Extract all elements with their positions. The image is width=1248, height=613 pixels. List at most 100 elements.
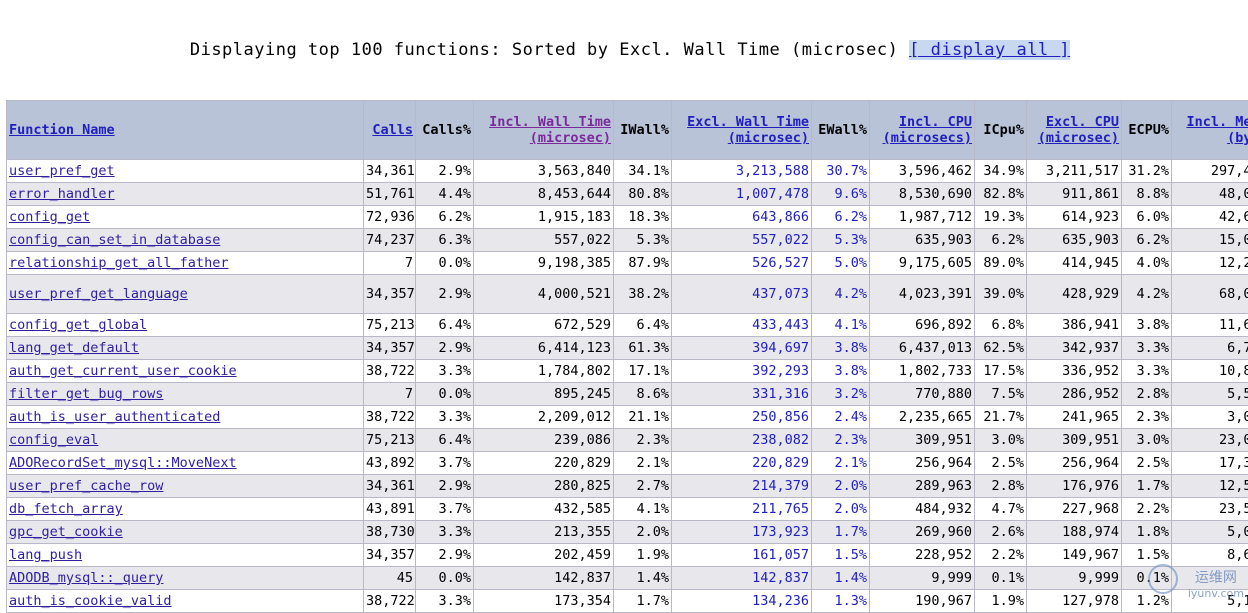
cell-calls: 51,761 — [364, 183, 416, 206]
function-link[interactable]: relationship_get_all_father — [9, 255, 228, 271]
function-link[interactable]: user_pref_get — [9, 163, 115, 179]
function-link[interactable]: config_get_global — [9, 317, 147, 333]
column-header-incl-cpu[interactable]: Incl. CPU (microsecs) — [870, 101, 975, 160]
cell-iwall-pct: 17.1% — [614, 360, 672, 383]
cell-ewall-pct: 2.0% — [812, 475, 870, 498]
sort-link-incl-wall[interactable]: Incl. Wall Time (microsec) — [489, 114, 611, 146]
column-header-incl-mem[interactable]: Incl. MemUse (bytes) — [1172, 101, 1248, 160]
sort-link-fn[interactable]: Function Name — [9, 122, 115, 138]
cell-calls: 75,213 — [364, 314, 416, 337]
function-link[interactable]: auth_get_current_user_cookie — [9, 363, 237, 379]
cell-excl-wall: 238,082 — [672, 429, 812, 452]
cell-ewall-pct: 1.7% — [812, 521, 870, 544]
function-link[interactable]: lang_push — [9, 547, 82, 563]
cell-ecpu-pct: 3.3% — [1122, 337, 1172, 360]
column-header-excl-wall[interactable]: Excl. Wall Time (microsec) — [672, 101, 812, 160]
cell-fn: filter_get_bug_rows — [7, 383, 364, 406]
function-link[interactable]: error_handler — [9, 186, 115, 202]
cell-calls-pct: 0.0% — [416, 252, 474, 275]
cell-incl-cpu: 1,987,712 — [870, 206, 975, 229]
cell-incl-mem: 5,078,9 — [1172, 521, 1248, 544]
table-row: config_can_set_in_database74,2376.3%557,… — [7, 229, 1248, 252]
cell-ewall-pct: 1.5% — [812, 544, 870, 567]
sort-link-incl-mem[interactable]: Incl. MemUse (bytes) — [1186, 114, 1248, 146]
cell-ecpu-pct: 4.2% — [1122, 275, 1172, 314]
function-link[interactable]: filter_get_bug_rows — [9, 386, 163, 402]
cell-incl-cpu: 256,964 — [870, 452, 975, 475]
function-link[interactable]: lang_get_default — [9, 340, 139, 356]
cell-iwall-pct: 4.1% — [614, 498, 672, 521]
sort-link-excl-wall[interactable]: Excl. Wall Time (microsec) — [687, 114, 809, 146]
sort-link-excl-cpu[interactable]: Excl. CPU (microsec) — [1038, 114, 1119, 146]
cell-incl-cpu: 269,960 — [870, 521, 975, 544]
cell-incl-cpu: 289,963 — [870, 475, 975, 498]
profile-table: Function NameCallsCalls%Incl. Wall Time … — [6, 100, 1248, 613]
cell-incl-wall: 239,086 — [474, 429, 614, 452]
cell-icpu-pct: 2.2% — [975, 544, 1027, 567]
cell-ewall-pct: 9.6% — [812, 183, 870, 206]
cell-incl-mem: 5,553,9 — [1172, 383, 1248, 406]
cell-incl-wall: 895,245 — [474, 383, 614, 406]
cell-calls-pct: 3.3% — [416, 590, 474, 613]
function-link[interactable]: user_pref_cache_row — [9, 478, 163, 494]
column-header-calls[interactable]: Calls — [364, 101, 416, 160]
cell-calls: 34,361 — [364, 160, 416, 183]
cell-fn: relationship_get_all_father — [7, 252, 364, 275]
cell-calls-pct: 2.9% — [416, 544, 474, 567]
cell-icpu-pct: 2.5% — [975, 452, 1027, 475]
display-all-link[interactable]: [ display all ] — [909, 40, 1070, 60]
cell-iwall-pct: 2.7% — [614, 475, 672, 498]
cell-incl-wall: 2,209,012 — [474, 406, 614, 429]
cell-incl-mem: 23,003,0 — [1172, 429, 1248, 452]
cell-incl-wall: 8,453,644 — [474, 183, 614, 206]
cell-fn: user_pref_get_language — [7, 275, 364, 314]
cell-incl-mem: 17,332,0 — [1172, 452, 1248, 475]
function-link[interactable]: auth_is_user_authenticated — [9, 409, 220, 425]
cell-incl-cpu: 190,967 — [870, 590, 975, 613]
sort-link-incl-cpu[interactable]: Incl. CPU (microsecs) — [883, 114, 972, 146]
table-body: user_pref_get34,3612.9%3,563,84034.1%3,2… — [7, 160, 1248, 613]
watermark-cn: 运维网 — [1188, 567, 1244, 587]
cell-ecpu-pct: 3.3% — [1122, 360, 1172, 383]
page-heading: Displaying top 100 functions: Sorted by … — [0, 40, 1248, 60]
column-header-excl-cpu[interactable]: Excl. CPU (microsec) — [1027, 101, 1122, 160]
cell-icpu-pct: 1.9% — [975, 590, 1027, 613]
cell-incl-mem: 10,823,9 — [1172, 360, 1248, 383]
function-link[interactable]: config_can_set_in_database — [9, 232, 220, 248]
table-row: auth_get_current_user_cookie38,7223.3%1,… — [7, 360, 1248, 383]
cell-calls: 43,892 — [364, 452, 416, 475]
function-link[interactable]: config_get — [9, 209, 90, 225]
cell-calls: 38,722 — [364, 406, 416, 429]
column-header-fn[interactable]: Function Name — [7, 101, 364, 160]
table-row: gpc_get_cookie38,7303.3%213,3552.0%173,9… — [7, 521, 1248, 544]
function-link[interactable]: db_fetch_array — [9, 501, 123, 517]
function-link[interactable]: ADODB_mysql::_query — [9, 570, 163, 586]
cell-incl-wall: 1,784,802 — [474, 360, 614, 383]
cell-calls: 38,730 — [364, 521, 416, 544]
cell-fn: auth_is_cookie_valid — [7, 590, 364, 613]
column-header-ecpu-pct: ECPU% — [1122, 101, 1172, 160]
cell-fn: user_pref_get — [7, 160, 364, 183]
function-link[interactable]: gpc_get_cookie — [9, 524, 123, 540]
cell-icpu-pct: 89.0% — [975, 252, 1027, 275]
cell-calls-pct: 6.2% — [416, 206, 474, 229]
function-link[interactable]: ADORecordSet_mysql::MoveNext — [9, 455, 237, 471]
cell-incl-cpu: 1,802,733 — [870, 360, 975, 383]
cell-excl-wall: 173,923 — [672, 521, 812, 544]
function-link[interactable]: auth_is_cookie_valid — [9, 593, 172, 609]
cell-incl-cpu: 309,951 — [870, 429, 975, 452]
cell-fn: gpc_get_cookie — [7, 521, 364, 544]
table-row: auth_is_user_authenticated38,7223.3%2,20… — [7, 406, 1248, 429]
sort-link-calls[interactable]: Calls — [372, 122, 413, 138]
cell-calls: 45 — [364, 567, 416, 590]
cell-calls-pct: 6.4% — [416, 429, 474, 452]
cell-excl-wall: 394,697 — [672, 337, 812, 360]
cell-excl-cpu: 188,974 — [1027, 521, 1122, 544]
function-link[interactable]: config_eval — [9, 432, 98, 448]
cell-iwall-pct: 80.8% — [614, 183, 672, 206]
cell-incl-wall: 220,829 — [474, 452, 614, 475]
function-link[interactable]: user_pref_get_language — [9, 286, 188, 302]
cell-incl-wall: 213,355 — [474, 521, 614, 544]
column-header-incl-wall[interactable]: Incl. Wall Time (microsec) — [474, 101, 614, 160]
cell-fn: error_handler — [7, 183, 364, 206]
